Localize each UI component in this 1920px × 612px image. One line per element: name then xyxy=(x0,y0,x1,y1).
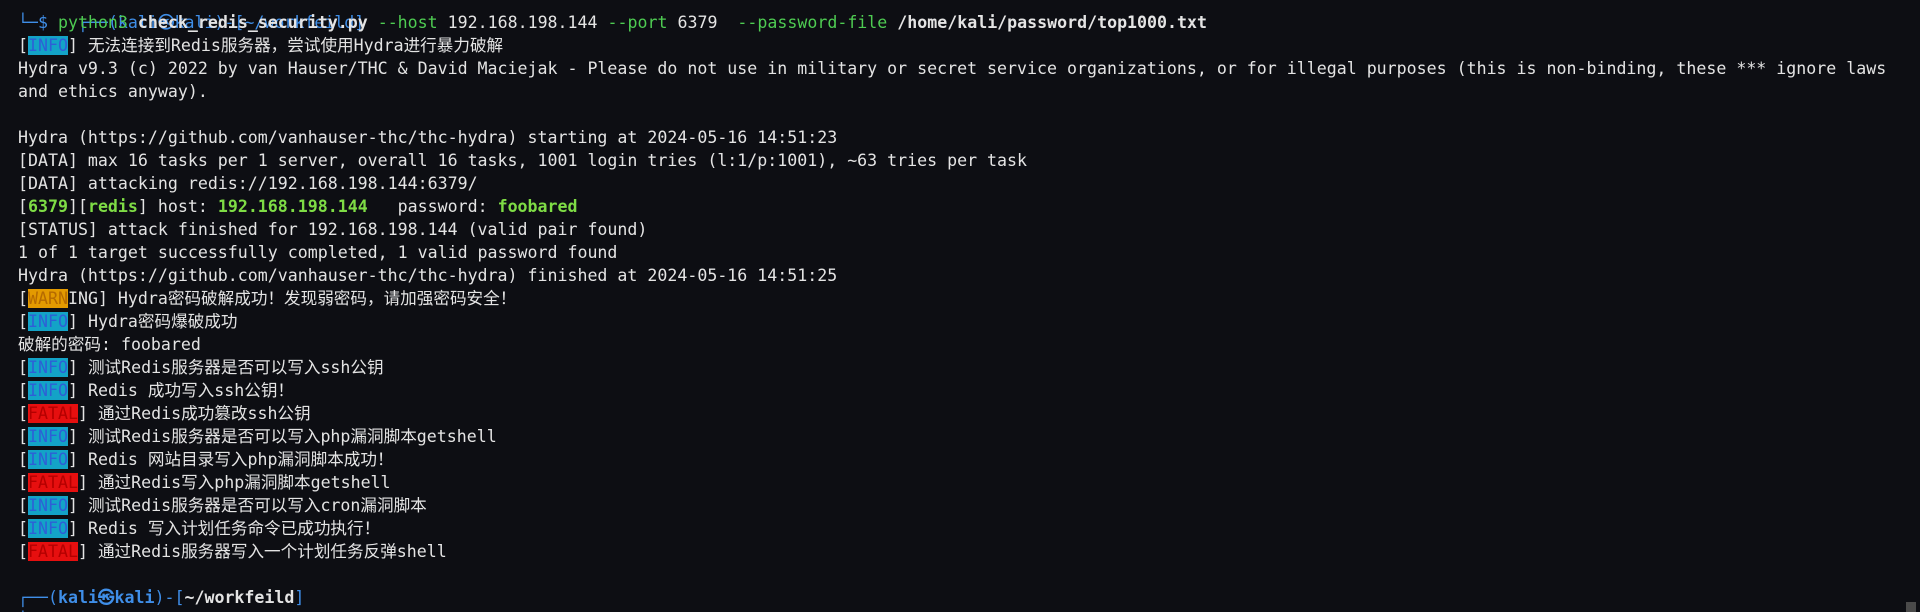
log-text: 无法连接到Redis服务器，尝试使用Hydra进行暴力破解 xyxy=(77,36,504,55)
hydra-found-line: [6379][redis] host: 192.168.198.144 pass… xyxy=(18,197,578,216)
found-host-label: host: xyxy=(147,197,218,216)
log-text: 测试Redis服务器是否可以写入ssh公钥 xyxy=(77,358,384,377)
host-flag: --host xyxy=(377,13,438,32)
prompt-header: ┌──(kali㉿kali)-[~/workfeild] xyxy=(18,586,1900,609)
found-host: 192.168.198.144 xyxy=(217,197,368,216)
log-text: Redis 写入计划任务命令已成功执行！ xyxy=(77,519,381,538)
info-tag: INFO xyxy=(28,381,68,400)
info-tag: INFO xyxy=(28,358,68,377)
cracked-password-line: 破解的密码: foobared xyxy=(18,335,201,354)
log-line-info-cron-ok: [INFO] Redis 写入计划任务命令已成功执行！ xyxy=(18,519,381,538)
log-line-fatal-cron: [FATAL] 通过Redis服务器写入一个计划任务反弹shell xyxy=(18,542,447,561)
password-file-flag: --password-file xyxy=(737,13,888,32)
log-text: 测试Redis服务器是否可以写入php漏洞脚本getshell xyxy=(77,427,497,446)
log-line-info-php-ok: [INFO] Redis 网站目录写入php漏洞脚本成功！ xyxy=(18,450,394,469)
fatal-tag: FATAL xyxy=(28,404,78,423)
found-password-label: password: xyxy=(367,197,498,216)
prompt-prefix: ┌──( xyxy=(18,588,58,607)
hydra-start-line: Hydra (https://github.com/vanhauser-thc/… xyxy=(18,128,838,147)
command-script: check_redis_security.py xyxy=(137,13,368,32)
found-service: redis xyxy=(87,197,138,216)
info-tag: INFO xyxy=(28,450,68,469)
log-line-info-cron-test: [INFO] 测试Redis服务器是否可以写入cron漏洞脚本 xyxy=(18,496,427,515)
prompt-path: ~/workfeild xyxy=(184,588,295,607)
fatal-tag: FATAL xyxy=(28,473,78,492)
host-value: 192.168.198.144 xyxy=(447,13,598,32)
found-password: foobared xyxy=(497,197,578,216)
info-tag: INFO xyxy=(28,519,68,538)
hydra-banner: Hydra v9.3 (c) 2022 by van Hauser/THC & … xyxy=(18,59,1887,101)
info-tag: INFO xyxy=(28,427,68,446)
prompt-user: kali㉿kali xyxy=(57,588,155,607)
log-text: Redis 网站目录写入php漏洞脚本成功！ xyxy=(77,450,394,469)
log-text: 通过Redis服务器写入一个计划任务反弹shell xyxy=(87,542,447,561)
prompt-mid: )-[ xyxy=(154,588,185,607)
log-line-info-connect: [INFO] 无法连接到Redis服务器，尝试使用Hydra进行暴力破解 xyxy=(18,36,504,55)
terminal-window[interactable]: ┌──(kali㉿kali)-[~/workfeild] └─$ python3… xyxy=(0,0,1920,612)
fatal-tag: FATAL xyxy=(28,542,78,561)
log-line-info-ssh-test: [INFO] 测试Redis服务器是否可以写入ssh公钥 xyxy=(18,358,384,377)
port-flag: --port xyxy=(607,13,668,32)
log-text: 测试Redis服务器是否可以写入cron漏洞脚本 xyxy=(77,496,427,515)
hydra-data-line-2: [DATA] attacking redis://192.168.198.144… xyxy=(18,174,478,193)
hydra-end-line: Hydra (https://github.com/vanhauser-thc/… xyxy=(18,266,838,285)
prompt-header-partial: ┌──(kali㉿kali)-[~/workfeild] xyxy=(18,0,1900,32)
found-port: 6379 xyxy=(28,197,68,216)
log-text: Hydra密码爆破成功 xyxy=(77,312,238,331)
log-text: Redis 成功写入ssh公钥！ xyxy=(77,381,295,400)
log-line-warning: [WARNING] Hydra密码破解成功！发现弱密码，请加强密码安全！ xyxy=(18,289,517,308)
hydra-status-line: [STATUS] attack finished for 192.168.198… xyxy=(18,220,648,239)
hydra-summary-line: 1 of 1 target successfully completed, 1 … xyxy=(18,243,618,262)
prompt-suffix: ] xyxy=(294,588,305,607)
log-line-fatal-php: [FATAL] 通过Redis写入php漏洞脚本getshell xyxy=(18,473,391,492)
command-name: python3 xyxy=(57,13,128,32)
prompt-corner: └─$ xyxy=(18,13,48,32)
command-line: └─$ python3 check_redis_security.py --ho… xyxy=(18,11,1900,34)
log-line-fatal-ssh: [FATAL] 通过Redis成功篡改ssh公钥 xyxy=(18,404,311,423)
hydra-data-line-1: [DATA] max 16 tasks per 1 server, overal… xyxy=(18,151,1028,170)
log-text: ING] Hydra密码破解成功！发现弱密码，请加强密码安全！ xyxy=(67,289,517,308)
scrollbar[interactable] xyxy=(1902,0,1920,612)
info-tag: INFO xyxy=(28,312,68,331)
log-line-info-ssh-ok: [INFO] Redis 成功写入ssh公钥！ xyxy=(18,381,295,400)
log-text: 通过Redis成功篡改ssh公钥 xyxy=(87,404,311,423)
port-value: 6379 xyxy=(677,13,718,32)
scrollbar-thumb[interactable] xyxy=(1906,602,1916,612)
log-line-info-php-test: [INFO] 测试Redis服务器是否可以写入php漏洞脚本getshell xyxy=(18,427,497,446)
terminal-output: ┌──(kali㉿kali)-[~/workfeild] └─$ python3… xyxy=(18,0,1900,612)
log-line-info-hydra: [INFO] Hydra密码爆破成功 xyxy=(18,312,238,331)
log-text: 通过Redis写入php漏洞脚本getshell xyxy=(87,473,391,492)
info-tag: INFO xyxy=(28,36,68,55)
password-file-value: /home/kali/password/top1000.txt xyxy=(897,13,1207,32)
warning-tag: WARN xyxy=(28,289,68,308)
info-tag: INFO xyxy=(28,496,68,515)
